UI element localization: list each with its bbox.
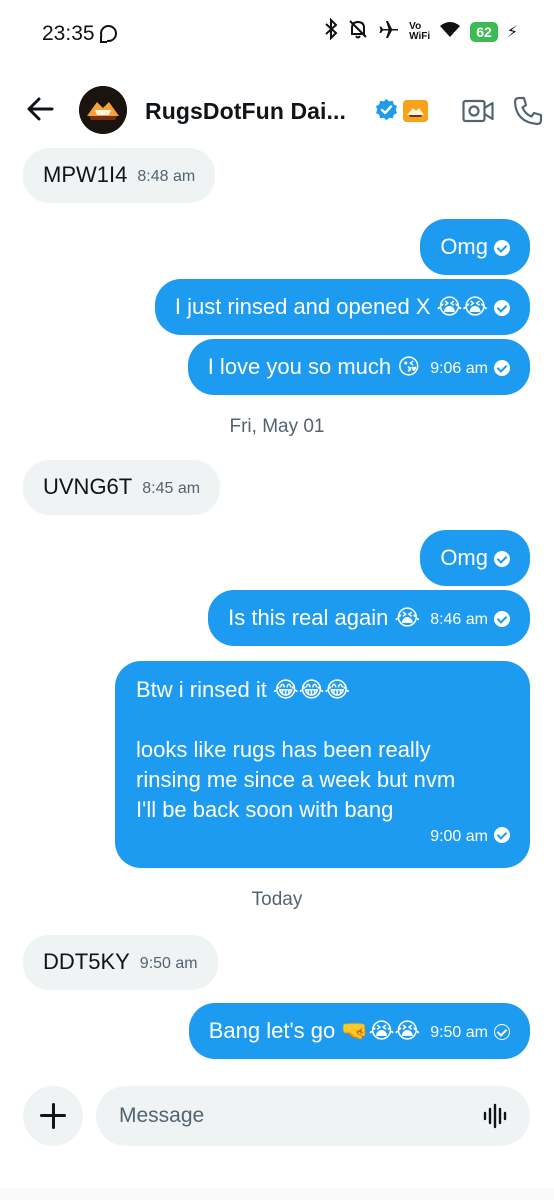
affiliate-badge-icon xyxy=(403,100,428,122)
phone-call-icon[interactable] xyxy=(513,96,543,126)
airplane-mode-icon xyxy=(378,18,400,46)
message-text: Is this real again 😭 xyxy=(228,605,421,630)
read-check-icon xyxy=(494,300,510,316)
message-line xyxy=(136,705,510,735)
chat-notification-icon xyxy=(100,25,117,43)
message-bubble-outgoing[interactable]: Bang let's go 🤜😭😭 9:50 am xyxy=(188,1003,530,1059)
charging-icon: ⚡ xyxy=(506,24,518,41)
back-arrow-icon[interactable] xyxy=(24,92,58,126)
message-line: I'll be back soon with bang xyxy=(136,797,394,822)
verified-badge-icon xyxy=(374,98,399,123)
vowifi-label-bottom: WiFi xyxy=(409,31,431,42)
message-text: Bang let's go 🤜😭😭 xyxy=(208,1018,421,1043)
sent-check-icon xyxy=(494,1024,510,1040)
date-separator: Today xyxy=(251,889,303,910)
message-text: UVNG6T xyxy=(43,474,133,499)
message-bubble-outgoing[interactable]: I just rinsed and opened X 😭😭 xyxy=(154,279,530,335)
message-text: I love you so much 😘 xyxy=(207,354,421,379)
message-time: 8:45 am xyxy=(142,480,201,497)
message-meta: 9:00 am xyxy=(136,827,510,847)
read-check-icon xyxy=(494,827,510,843)
bluetooth-icon xyxy=(324,17,338,46)
battery-indicator: 62 xyxy=(470,22,498,42)
status-bar: 23:35 Vo WiFi 62 ⚡ xyxy=(0,0,554,64)
message-bubble-outgoing[interactable]: Is this real again 😭 8:46 am xyxy=(208,590,530,646)
vowifi-indicator: Vo WiFi xyxy=(409,22,430,42)
message-text: DDT5KY xyxy=(43,949,130,974)
add-attachment-button[interactable] xyxy=(23,1086,83,1146)
message-input[interactable] xyxy=(96,1086,530,1146)
avatar[interactable] xyxy=(79,86,127,134)
date-separator: Fri, May 01 xyxy=(229,416,325,437)
message-text: Omg xyxy=(440,234,488,259)
read-check-icon xyxy=(494,611,510,627)
message-bubble-outgoing[interactable]: Btw i rinsed it 😂😂😂 looks like rugs has … xyxy=(115,661,530,868)
message-time: 8:48 am xyxy=(137,168,196,185)
message-text: MPW1I4 xyxy=(43,162,128,187)
message-time: 9:50 am xyxy=(139,955,198,972)
navigation-bar xyxy=(0,1188,554,1200)
message-bubble-outgoing[interactable]: I love you so much 😘 9:06 am xyxy=(187,339,530,395)
status-icons: Vo WiFi 62 ⚡ xyxy=(324,17,518,46)
message-bubble-incoming[interactable]: DDT5KY 9:50 am xyxy=(23,935,218,990)
status-time: 23:35 xyxy=(42,22,95,45)
message-time: 9:00 am xyxy=(430,828,488,845)
message-line: looks like rugs has been really xyxy=(136,737,431,762)
message-time: 9:50 am xyxy=(430,1024,488,1041)
conversation-header: RugsDotFun Dai... xyxy=(0,64,554,154)
read-check-icon xyxy=(494,240,510,256)
wifi-icon xyxy=(439,20,461,44)
read-check-icon xyxy=(494,360,510,376)
read-check-icon xyxy=(494,551,510,567)
video-call-icon[interactable] xyxy=(462,98,494,124)
message-text: I just rinsed and opened X 😭😭 xyxy=(174,294,488,319)
message-bubble-incoming[interactable]: MPW1I4 8:48 am xyxy=(23,148,216,203)
silent-bell-icon xyxy=(347,18,369,46)
conversation-title[interactable]: RugsDotFun Dai... xyxy=(145,98,346,125)
message-time: 8:46 am xyxy=(430,611,488,628)
message-line: Btw i rinsed it 😂😂😂 xyxy=(136,677,351,702)
message-composer xyxy=(0,1070,554,1200)
message-bubble-outgoing[interactable]: Omg xyxy=(420,219,530,275)
voice-message-icon[interactable] xyxy=(483,1103,507,1129)
message-line: rinsing me since a week but nvm xyxy=(136,767,456,792)
message-bubble-incoming[interactable]: UVNG6T 8:45 am xyxy=(23,460,221,515)
message-text: Omg xyxy=(440,545,488,570)
message-time: 9:06 am xyxy=(430,360,488,377)
message-bubble-outgoing[interactable]: Omg xyxy=(420,530,530,586)
